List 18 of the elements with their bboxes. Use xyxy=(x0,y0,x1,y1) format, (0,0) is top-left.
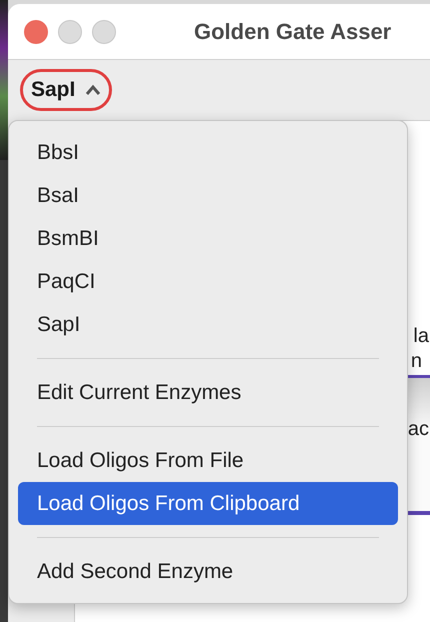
label-text: la xyxy=(413,324,430,349)
menu-item[interactable]: BbsI xyxy=(18,131,398,174)
menu-item[interactable]: Load Oligos From Clipboard xyxy=(18,482,398,525)
caret-icon xyxy=(85,84,102,96)
menu-item[interactable]: SapI xyxy=(18,303,398,346)
enzyme-popup-button[interactable]: SapI xyxy=(20,69,112,111)
label-text: n xyxy=(410,351,423,371)
close-icon[interactable] xyxy=(24,20,48,44)
menu-item[interactable]: Load Oligos From File xyxy=(18,439,398,482)
minimize-icon[interactable] xyxy=(58,20,82,44)
menu-item[interactable]: BsaI xyxy=(18,174,398,217)
zoom-icon[interactable] xyxy=(92,20,116,44)
sequence-text: ac xyxy=(408,417,430,442)
menu-item[interactable]: Edit Current Enzymes xyxy=(18,371,398,414)
menu-item[interactable]: BsmBI xyxy=(18,217,398,260)
menu-item[interactable]: PaqCI xyxy=(18,260,398,303)
window-title: Golden Gate Asser xyxy=(194,18,392,46)
menu-item[interactable]: Add Second Enzyme xyxy=(18,550,398,593)
